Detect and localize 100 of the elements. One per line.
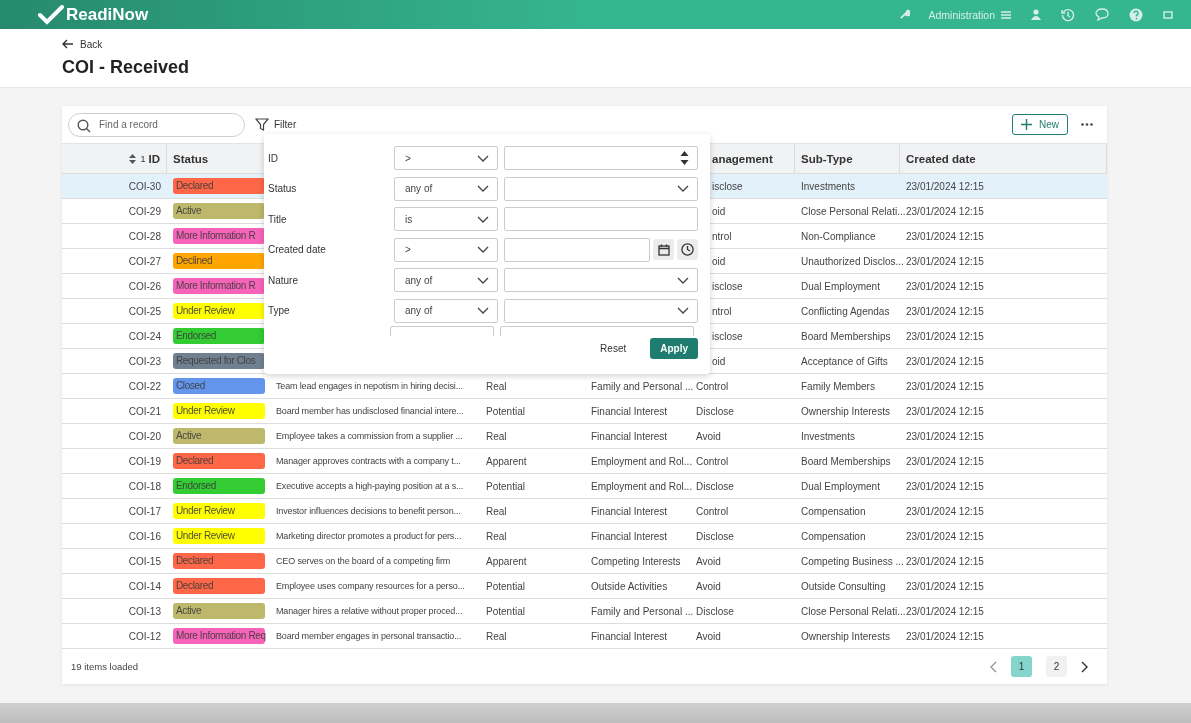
table-cell: Dual Employment <box>801 280 880 292</box>
filter-label: Title <box>267 213 288 225</box>
status-tag: More Information R <box>173 278 265 294</box>
table-cell: 23/01/2024 12:15 <box>906 580 984 592</box>
table-cell: COI-16 <box>128 530 161 542</box>
table-cell: Board Memberships <box>801 455 891 467</box>
table-cell: Investor influences decisions to benefit person... <box>276 506 461 516</box>
status-tag: Active <box>173 603 265 619</box>
table-cell: COI-30 <box>128 180 161 192</box>
table-cell: Ownership Interests <box>801 630 890 642</box>
table-cell: Apparent <box>486 455 527 467</box>
status-tag: Under Review <box>173 528 265 544</box>
table-cell: Outside Activities <box>591 580 668 592</box>
table-cell: Real <box>486 380 507 392</box>
table-cell: Manager hires a relative without proper proced... <box>276 606 463 616</box>
table-cell: COI-25 <box>128 305 161 317</box>
table-cell: Outside Consulting <box>801 580 886 592</box>
table-cell: COI-13 <box>128 605 161 617</box>
table-cell: Marketing director promotes a product for pers... <box>276 531 462 541</box>
table-cell: 23/01/2024 12:15 <box>906 480 984 492</box>
table-cell: Non-Compliance <box>801 230 876 242</box>
table-cell: 23/01/2024 12:15 <box>906 205 984 217</box>
table-cell: isclose <box>712 280 743 292</box>
table-cell: Potential <box>486 405 525 417</box>
table-cell: COI-21 <box>128 405 161 417</box>
table-cell: COI-15 <box>128 555 161 567</box>
table-cell: COI-14 <box>128 580 161 592</box>
filter-label: Type <box>267 305 291 317</box>
status-tag: Declined <box>173 253 265 269</box>
table-cell: Avoid <box>696 430 721 442</box>
table-cell: 23/01/2024 12:15 <box>906 530 984 542</box>
table-cell: Financial Interest <box>591 405 668 417</box>
status-tag: Under Review <box>173 503 265 519</box>
table-cell: Manager approves contracts with a company t... <box>276 456 461 466</box>
table-cell: 23/01/2024 12:15 <box>906 255 984 267</box>
table-cell: Control <box>696 455 729 467</box>
table-cell: Financial Interest <box>591 430 668 442</box>
table-cell: Avoid <box>696 555 721 567</box>
status-tag: Active <box>173 203 265 219</box>
table-cell: oid <box>712 355 726 367</box>
table-cell: 23/01/2024 12:15 <box>906 555 984 567</box>
status-tag: Requested for Clos <box>173 353 265 369</box>
table-cell: Dual Employment <box>801 480 880 492</box>
table-cell: Real <box>486 505 507 517</box>
table-cell: Board member engages in personal transactio... <box>276 631 462 641</box>
table-cell: ntrol <box>712 305 732 317</box>
table-cell: isclose <box>712 180 743 192</box>
status-tag: Declared <box>173 578 265 594</box>
table-cell: COI-29 <box>128 205 161 217</box>
table-cell: Board Memberships <box>801 330 891 342</box>
status-tag: Under Review <box>173 403 265 419</box>
table-cell: COI-20 <box>128 430 161 442</box>
table-cell: Avoid <box>696 630 721 642</box>
filter-label: ID <box>267 152 279 164</box>
table-cell: Employment and Rol... <box>591 455 693 467</box>
table-cell: oid <box>712 255 726 267</box>
table-cell: Team lead engages in nepotism in hiring decisi... <box>276 381 463 391</box>
table-cell: Real <box>486 530 507 542</box>
status-tag: Endorsed <box>173 328 265 344</box>
table-cell: Financial Interest <box>591 630 668 642</box>
status-tag: Declared <box>173 453 265 469</box>
table-cell: COI-27 <box>128 255 161 267</box>
table-cell: Compensation <box>801 505 866 517</box>
table-cell: 23/01/2024 12:15 <box>906 330 984 342</box>
table-cell: COI-17 <box>128 505 161 517</box>
table-cell: COI-19 <box>128 455 161 467</box>
table-cell: Employee uses company resources for a perso... <box>276 581 465 591</box>
table-cell: Avoid <box>696 580 721 592</box>
table-cell: COI-22 <box>128 380 161 392</box>
status-tag: Closed <box>173 378 265 394</box>
table-cell: 23/01/2024 12:15 <box>906 455 984 467</box>
table-cell: COI-23 <box>128 355 161 367</box>
table-cell: Potential <box>486 605 525 617</box>
table-cell: Investments <box>801 180 855 192</box>
table-cell: Real <box>486 630 507 642</box>
table-cell: Family and Personal ... <box>591 380 694 392</box>
table-cell: Family and Personal ... <box>591 605 694 617</box>
table-cell: Apparent <box>486 555 527 567</box>
table-cell: Close Personal Relati... <box>801 605 906 617</box>
table-cell: 23/01/2024 12:15 <box>906 505 984 517</box>
table-cell: 23/01/2024 12:15 <box>906 380 984 392</box>
table-cell: Unauthorized Disclos... <box>801 255 904 267</box>
status-tag: Endorsed <box>173 478 265 494</box>
table-cell: Real <box>486 430 507 442</box>
table-cell: Compensation <box>801 530 866 542</box>
table-cell: Executive accepts a high-paying position at a s... <box>276 481 464 491</box>
table-cell: Investments <box>801 430 855 442</box>
table-cell: 23/01/2024 12:15 <box>906 630 984 642</box>
table-cell: ntrol <box>712 230 732 242</box>
table-cell: COI-28 <box>128 230 161 242</box>
table-cell: COI-24 <box>128 330 161 342</box>
items-loaded-count: 19 items loaded <box>71 661 139 672</box>
table-cell: 23/01/2024 12:15 <box>906 355 984 367</box>
table-cell: Financial Interest <box>591 530 668 542</box>
table-cell: 23/01/2024 12:15 <box>906 305 984 317</box>
table-cell: Disclose <box>696 405 734 417</box>
table-cell: Ownership Interests <box>801 405 890 417</box>
table-cell: Disclose <box>696 480 734 492</box>
app-logo: ReadiNow <box>66 4 149 25</box>
table-cell: Potential <box>486 480 525 492</box>
